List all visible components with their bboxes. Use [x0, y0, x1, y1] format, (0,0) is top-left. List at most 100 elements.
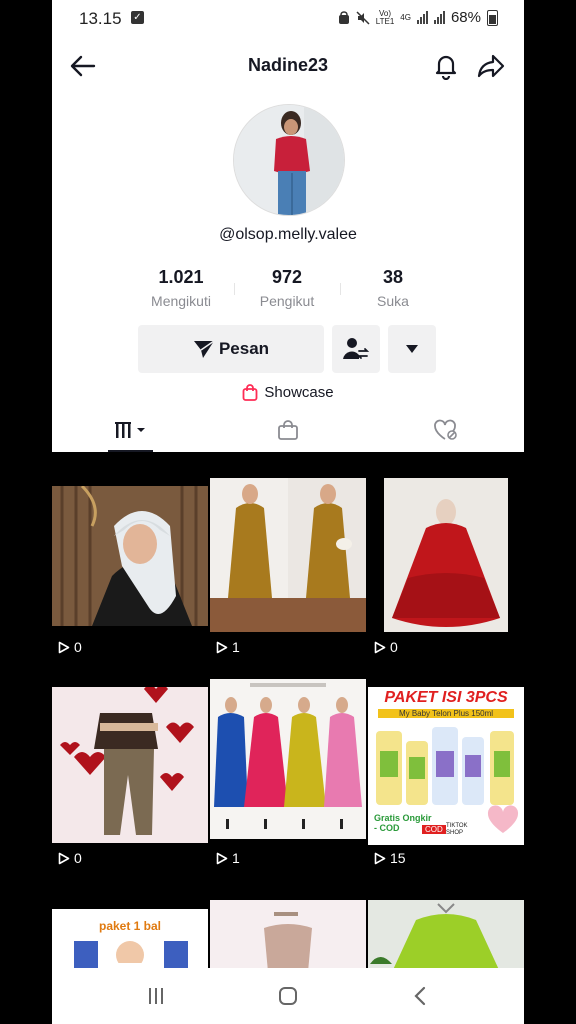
- video-thumbnail: [368, 478, 524, 632]
- promo-caption: paket 1 bal: [98, 919, 162, 933]
- tab-videos[interactable]: [108, 408, 153, 452]
- view-count: 15: [374, 850, 406, 866]
- play-icon: [216, 641, 228, 653]
- recent-apps-icon: [149, 988, 163, 1004]
- view-count-value: 1: [232, 850, 240, 866]
- showcase-label: Showcase: [264, 384, 334, 401]
- promo-subtitle: My Baby Telon Plus 150ml: [378, 709, 514, 718]
- video-tile[interactable]: [210, 874, 366, 972]
- more-options-button[interactable]: [388, 325, 436, 373]
- home-icon: [279, 987, 297, 1005]
- avatar-photo: [234, 105, 344, 215]
- video-thumbnail: [52, 486, 208, 626]
- send-icon: [193, 340, 215, 358]
- video-tile[interactable]: 0: [52, 663, 208, 871]
- shop-bag-icon: [278, 420, 298, 440]
- profile-username: @olsop.melly.valee: [219, 226, 357, 243]
- play-icon: [374, 852, 386, 864]
- view-count: 0: [374, 639, 398, 655]
- stat-value: 972: [271, 267, 303, 287]
- view-count: 1: [216, 639, 240, 655]
- volte-indicator: Vo) LTE1: [375, 9, 395, 26]
- user-swap-icon: [343, 338, 370, 359]
- brand-logo-icon: [487, 805, 519, 833]
- video-thumbnail: PAKET ISI 3PCS My Baby Telon Plus 150ml …: [368, 687, 524, 845]
- promo-tiktok: TIKTOK SHOP: [446, 823, 468, 836]
- message-label: Pesan: [218, 339, 270, 358]
- promo-cod: COD: [422, 825, 446, 834]
- profile-stats: 1.021 Mengikuti 972 Pengikut 38 Suka: [128, 265, 448, 315]
- video-thumbnail: [210, 900, 366, 972]
- system-nav-bar: [52, 968, 524, 1024]
- view-count: 0: [58, 639, 82, 655]
- video-tile[interactable]: [368, 874, 524, 972]
- product-bottles: [376, 727, 514, 805]
- notification-button[interactable]: [432, 52, 460, 81]
- grid-icon: [114, 422, 145, 438]
- view-count: 0: [58, 850, 82, 866]
- video-thumbnail: [210, 478, 366, 632]
- notification-check-icon: ✓: [131, 11, 144, 24]
- shopping-bag-icon: [242, 384, 258, 401]
- view-count-value: 15: [390, 850, 406, 866]
- home-button[interactable]: [268, 980, 308, 1012]
- volte-bottom: LTE1: [375, 16, 395, 26]
- stat-following[interactable]: 1.021 Mengikuti: [128, 265, 234, 315]
- video-grid: 0 1 0 0 1 PAKET ISI 3PCS My Baby Telon P…: [52, 452, 524, 972]
- stat-likes[interactable]: 38 Suka: [340, 265, 446, 315]
- share-arrow-icon: [477, 54, 505, 78]
- view-count: 1: [216, 850, 240, 866]
- recent-apps-button[interactable]: [136, 980, 176, 1012]
- network-gen: 4G: [400, 12, 411, 22]
- video-tile[interactable]: 1: [210, 663, 366, 871]
- alarm-icon: [338, 10, 349, 24]
- video-tile[interactable]: 0: [368, 452, 524, 660]
- battery-icon: [487, 9, 498, 26]
- video-tile[interactable]: 1: [210, 452, 366, 660]
- view-count-value: 1: [232, 639, 240, 655]
- message-button[interactable]: Pesan: [138, 325, 324, 373]
- video-tile[interactable]: 0: [52, 452, 208, 660]
- video-thumbnail: [210, 679, 366, 839]
- stat-value: 38: [382, 267, 404, 287]
- profile-tabs: [52, 408, 524, 452]
- battery-percent: 68%: [450, 9, 481, 26]
- mute-icon: [356, 10, 370, 25]
- heart-lock-icon: [434, 419, 457, 440]
- view-count-value: 0: [390, 639, 398, 655]
- back-nav-button[interactable]: [400, 980, 440, 1012]
- view-count-value: 0: [74, 639, 82, 655]
- promo-title: PAKET ISI 3PCS: [384, 689, 508, 706]
- video-tile[interactable]: PAKET ISI 3PCS My Baby Telon Plus 150ml …: [368, 663, 524, 871]
- stat-value: 1.021: [158, 267, 204, 287]
- tab-liked[interactable]: [422, 408, 470, 452]
- status-bar: 13.15 ✓ Vo) LTE1 4G 68%: [52, 0, 524, 36]
- stat-followers[interactable]: 972 Pengikut: [234, 265, 340, 315]
- video-thumbnail: paket 1 bal: [52, 909, 208, 972]
- follow-status-button[interactable]: [332, 325, 380, 373]
- top-bar: Nadine23: [52, 44, 524, 88]
- stat-label: Mengikuti: [151, 293, 211, 309]
- play-icon: [374, 641, 386, 653]
- play-icon: [216, 852, 228, 864]
- status-time: 13.15: [79, 9, 122, 28]
- signal-icon: [416, 11, 428, 24]
- chevron-left-icon: [414, 986, 426, 1006]
- share-button[interactable]: [476, 52, 506, 80]
- play-icon: [58, 641, 70, 653]
- video-thumbnail: [52, 687, 208, 843]
- bell-icon: [435, 55, 457, 81]
- avatar[interactable]: [233, 104, 345, 216]
- video-tile[interactable]: paket 1 bal: [52, 874, 208, 972]
- tab-shop[interactable]: [264, 408, 312, 452]
- view-count-value: 0: [74, 850, 82, 866]
- video-thumbnail: [368, 900, 524, 972]
- signal-2-icon: [433, 11, 445, 24]
- status-indicators: Vo) LTE1 4G 68%: [338, 9, 498, 26]
- phone-screen: 13.15 ✓ Vo) LTE1 4G 68% Nadine23 @olsop.…: [52, 0, 524, 1024]
- stat-label: Pengikut: [259, 293, 315, 309]
- triangle-down-icon: [406, 345, 418, 353]
- showcase-link[interactable]: Showcase: [52, 384, 524, 401]
- play-icon: [58, 852, 70, 864]
- stat-label: Suka: [377, 293, 409, 309]
